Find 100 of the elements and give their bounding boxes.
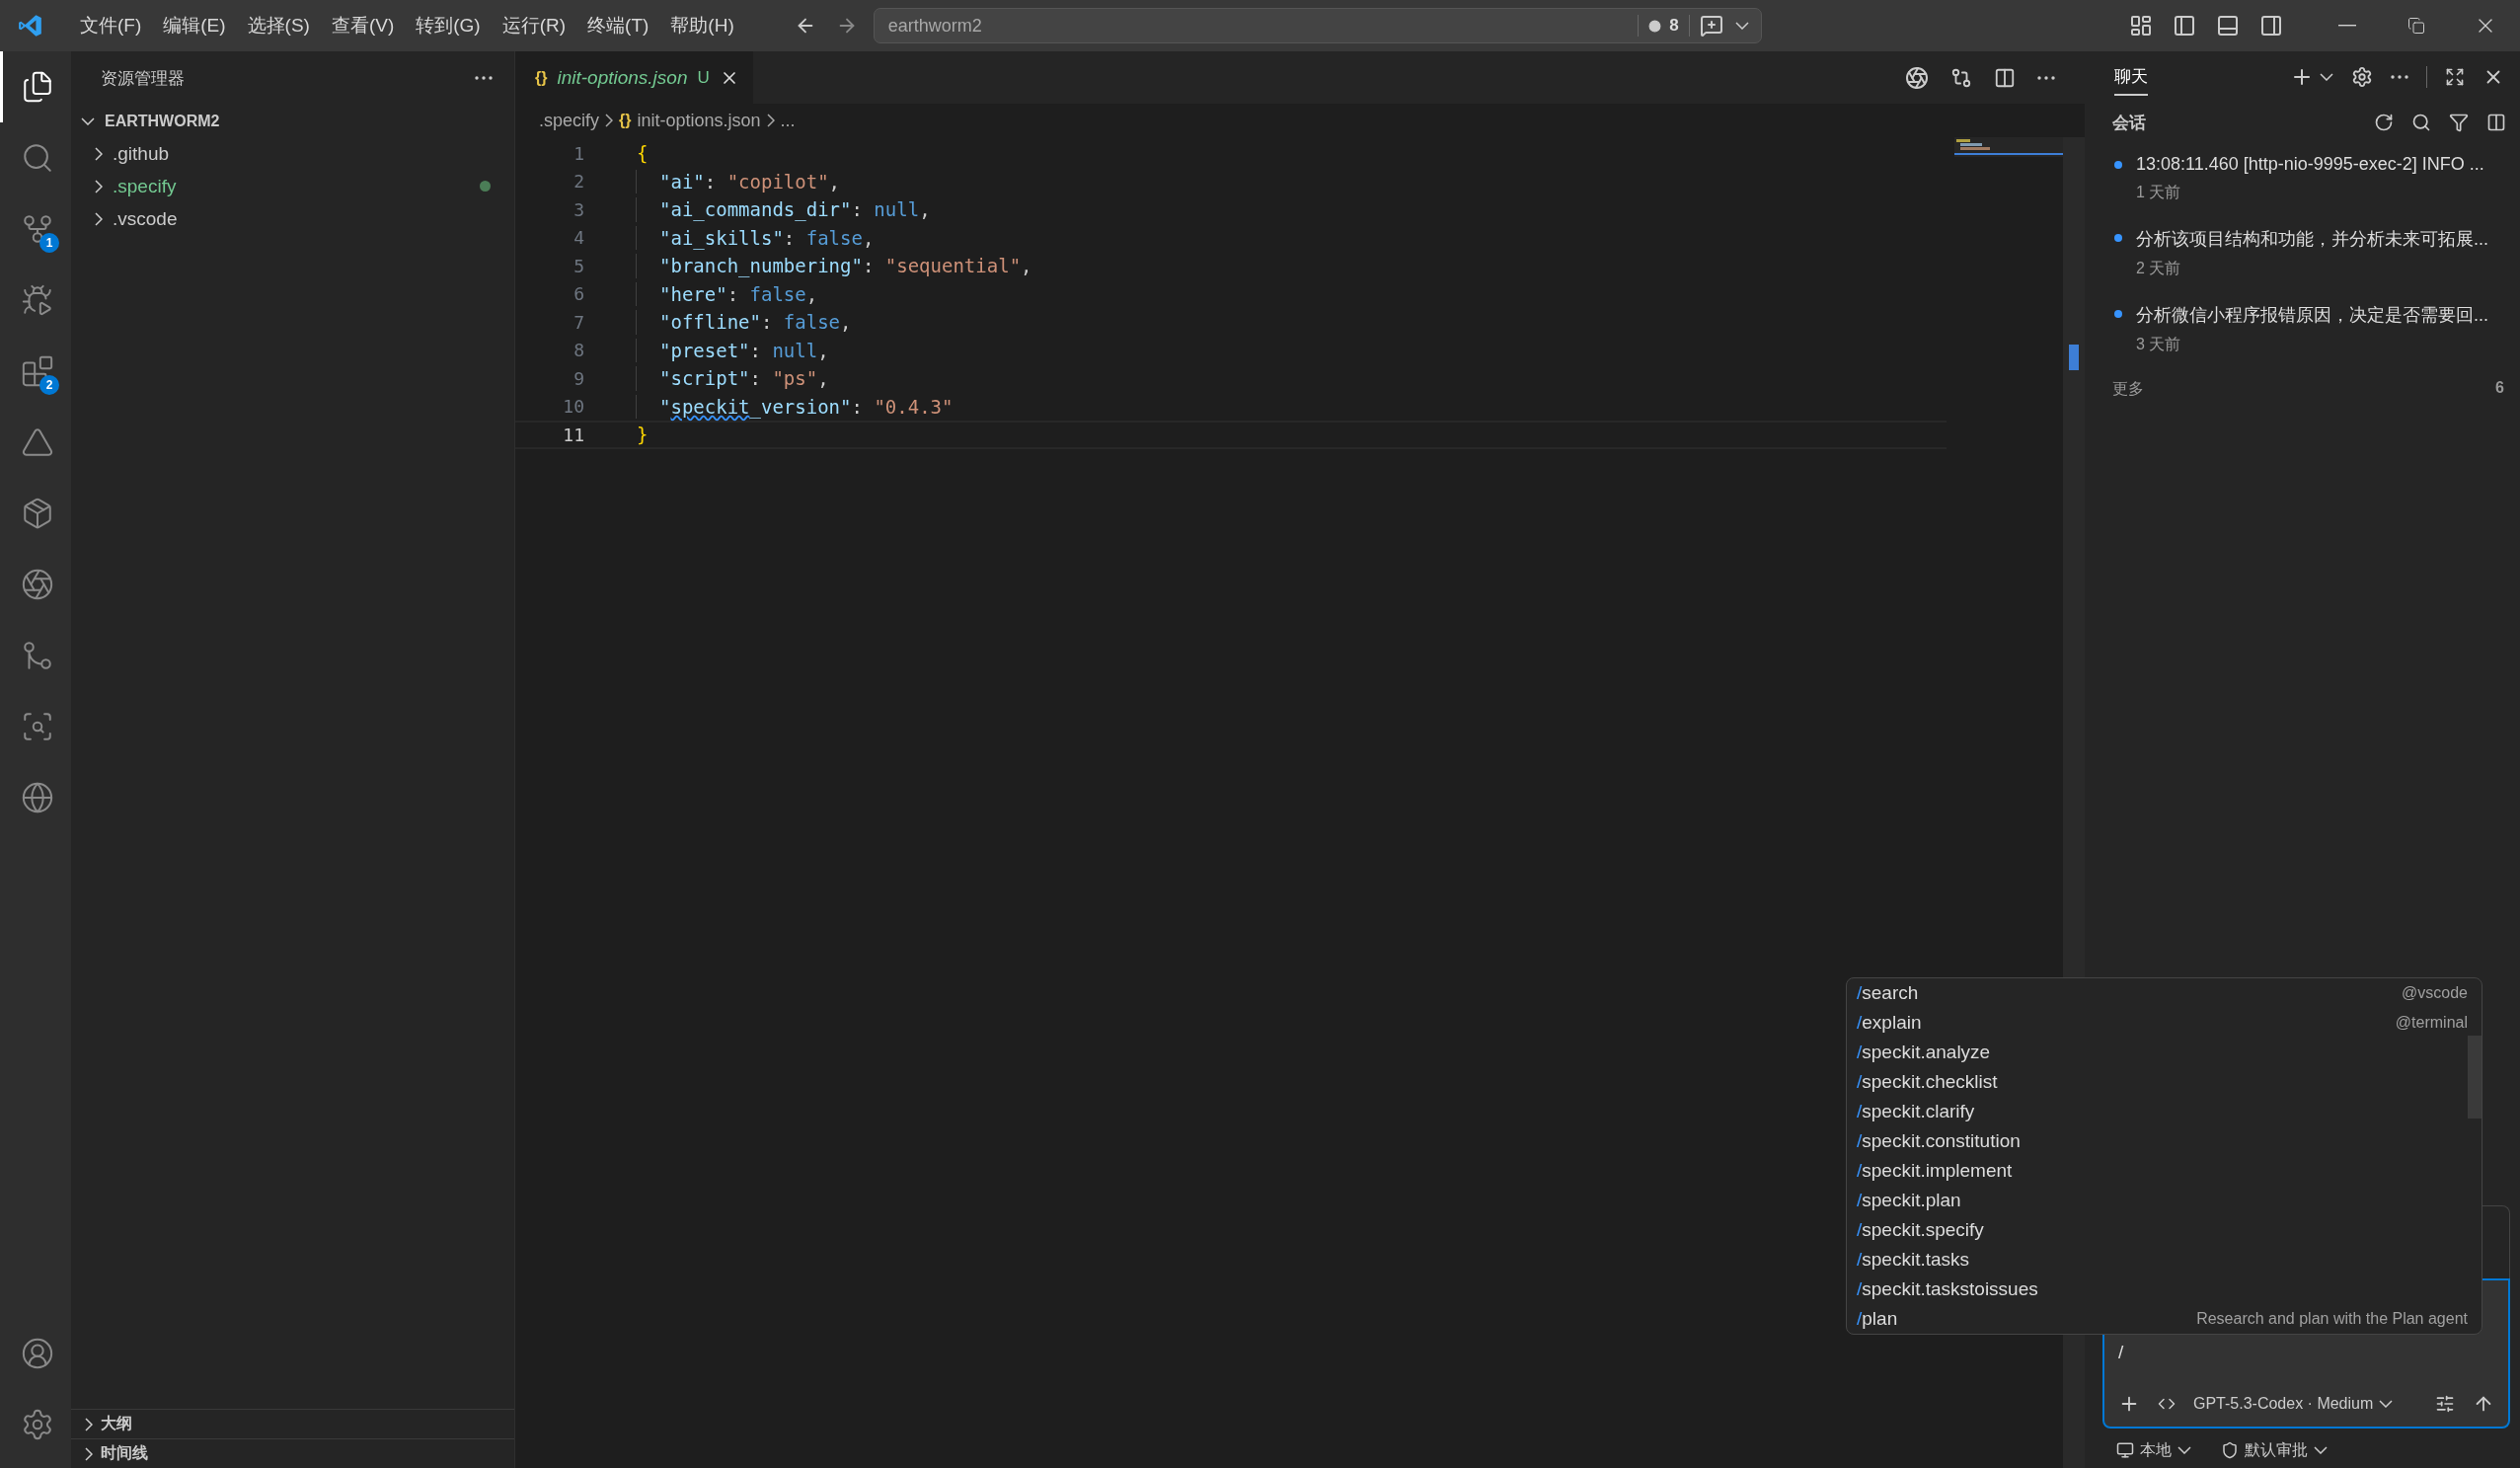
chat-tab[interactable]: 聊天	[2114, 58, 2148, 96]
more-link[interactable]: 更多	[2112, 379, 2144, 400]
command-item[interactable]: /speckit.specify	[1857, 1219, 1984, 1241]
compare-button[interactable]	[1950, 66, 1972, 89]
command-item[interactable]: /explain	[1857, 1012, 1922, 1034]
activity-bar-item[interactable]: 2	[0, 336, 71, 407]
command-hint: @terminal	[2395, 1014, 2468, 1032]
breadcrumb[interactable]: init-options.json	[637, 110, 761, 131]
line-number: 2	[573, 171, 584, 193]
more-button[interactable]	[2037, 75, 2055, 80]
breadcrumb[interactable]: ...	[780, 110, 796, 131]
app-logo-icon	[18, 13, 43, 39]
options-button[interactable]	[2435, 1394, 2455, 1414]
json-icon: {}	[619, 112, 632, 129]
line-number: 10	[562, 396, 584, 418]
session-title[interactable]: 13:08:11.460 [http-nio-9995-exec-2] INFO ...	[2136, 154, 2484, 175]
sliders-icon	[2435, 1394, 2455, 1414]
maximize-button[interactable]	[2445, 67, 2465, 87]
maximize-icon	[2445, 67, 2465, 87]
model-picker[interactable]: GPT-5.3-Codex · Medium	[2193, 1395, 2394, 1413]
breadcrumb[interactable]: .specify	[539, 110, 600, 131]
search-button[interactable]	[2411, 113, 2431, 132]
command-item[interactable]: /speckit.implement	[1857, 1160, 2013, 1182]
command-item[interactable]: /speckit.constitution	[1857, 1130, 2021, 1152]
code-line: "ai_commands_dir": null,	[636, 197, 931, 222]
toggle-panel-button[interactable]	[2216, 14, 2240, 38]
command-hint: @vscode	[2402, 984, 2468, 1002]
chevron-down-icon	[2379, 1400, 2394, 1408]
section-header[interactable]: 时间线	[71, 1438, 514, 1468]
chevron-right-icon	[95, 146, 103, 161]
line-number: 3	[573, 198, 584, 220]
menu-item[interactable]: 终端(T)	[576, 9, 660, 42]
menu-item[interactable]: 编辑(E)	[152, 9, 237, 42]
toggle-view-button[interactable]	[2486, 113, 2506, 132]
aperture-button[interactable]	[1905, 65, 1929, 90]
folder-item[interactable]: .vscode	[71, 202, 514, 235]
triangle-icon	[20, 425, 54, 459]
command-item[interactable]: /speckit.clarify	[1857, 1101, 1975, 1122]
chevron-down-icon	[81, 116, 95, 125]
footer-dropdown[interactable]: 默认审批	[2221, 1439, 2328, 1461]
section-header[interactable]: 大纲	[71, 1409, 514, 1438]
line-number: 11	[562, 424, 584, 445]
code-line: "speckit_version": "0.4.3"	[636, 394, 954, 419]
session-title[interactable]: 分析微信小程序报错原因，决定是否需要回...	[2136, 303, 2488, 327]
chat-button[interactable]	[1699, 14, 1723, 38]
menu-item[interactable]: 帮助(H)	[659, 9, 745, 42]
editor-tab[interactable]: {} init-options.json U	[515, 51, 753, 104]
chevron-down-icon	[2314, 1446, 2328, 1454]
command-item[interactable]: /speckit.plan	[1857, 1190, 1961, 1211]
restore-icon	[2407, 17, 2425, 35]
chevron-right-icon	[95, 211, 103, 226]
chevron-down-icon	[2177, 1446, 2191, 1454]
refresh-button[interactable]	[2374, 113, 2394, 132]
ellipsis-icon	[475, 76, 493, 80]
session-count: 6	[2495, 379, 2504, 398]
chevron-right-icon	[85, 1417, 93, 1431]
code-line: "branch_numbering": "sequential",	[636, 254, 1032, 278]
more-button[interactable]	[475, 76, 493, 80]
filter-button[interactable]	[2449, 113, 2469, 132]
code-line: "ai": "copilot",	[636, 169, 841, 193]
activity-bar-item[interactable]: 1	[0, 193, 71, 265]
folder-item[interactable]: .github	[71, 137, 514, 170]
aperture-icon	[1905, 65, 1929, 90]
more-button[interactable]	[2391, 75, 2408, 79]
scrollbar-thumb[interactable]	[2468, 1036, 2482, 1119]
command-center[interactable]: earthworm2 8	[873, 8, 1762, 43]
command-item[interactable]: /speckit.checklist	[1857, 1071, 1998, 1093]
globe-icon	[20, 781, 54, 814]
split-icon	[1994, 66, 2016, 89]
new-chat-dropdown[interactable]	[2320, 73, 2333, 81]
command-item[interactable]: /plan	[1857, 1308, 1898, 1330]
command-item[interactable]: /speckit.taskstoissues	[1857, 1278, 2038, 1300]
chevron-right-icon	[95, 179, 103, 193]
line-number: 1	[573, 142, 584, 164]
chevron-down-icon	[2320, 73, 2333, 81]
folder-item[interactable]: .specify	[71, 170, 514, 202]
json-icon: {}	[535, 68, 548, 87]
refresh-icon	[2374, 113, 2394, 132]
dropdown-button[interactable]	[1734, 22, 1749, 30]
session-title[interactable]: 分析该项目结构和功能，并分析未来可拓展...	[2136, 227, 2488, 251]
code-line: "preset": null,	[636, 338, 829, 362]
aperture-icon	[20, 568, 54, 601]
menu-item[interactable]: 转到(G)	[405, 9, 492, 42]
command-item[interactable]: /speckit.analyze	[1857, 1042, 1991, 1063]
settings-button[interactable]	[2351, 66, 2373, 88]
workspace-root[interactable]: EARTHWORM2	[71, 105, 514, 137]
menu-item[interactable]: 运行(R)	[491, 9, 577, 42]
footer-dropdown[interactable]: 本地	[2116, 1439, 2191, 1461]
menu-item[interactable]: 查看(V)	[320, 9, 406, 42]
settings-icon	[2351, 66, 2373, 88]
command-item[interactable]: /search	[1857, 982, 1919, 1004]
code-line: "here": false,	[636, 281, 818, 306]
menu-item[interactable]: 文件(F)	[69, 9, 153, 42]
command-item[interactable]: /speckit.tasks	[1857, 1249, 1970, 1271]
menu-item[interactable]: 选择(S)	[236, 9, 321, 42]
code-line: "ai_skills": false,	[636, 225, 875, 250]
toggle-secondary-sidebar-button[interactable]	[2259, 14, 2283, 38]
toggle-sidebar-button[interactable]	[2173, 14, 2196, 38]
layout-button[interactable]	[2129, 14, 2153, 38]
split-editor-button[interactable]	[1994, 66, 2016, 89]
